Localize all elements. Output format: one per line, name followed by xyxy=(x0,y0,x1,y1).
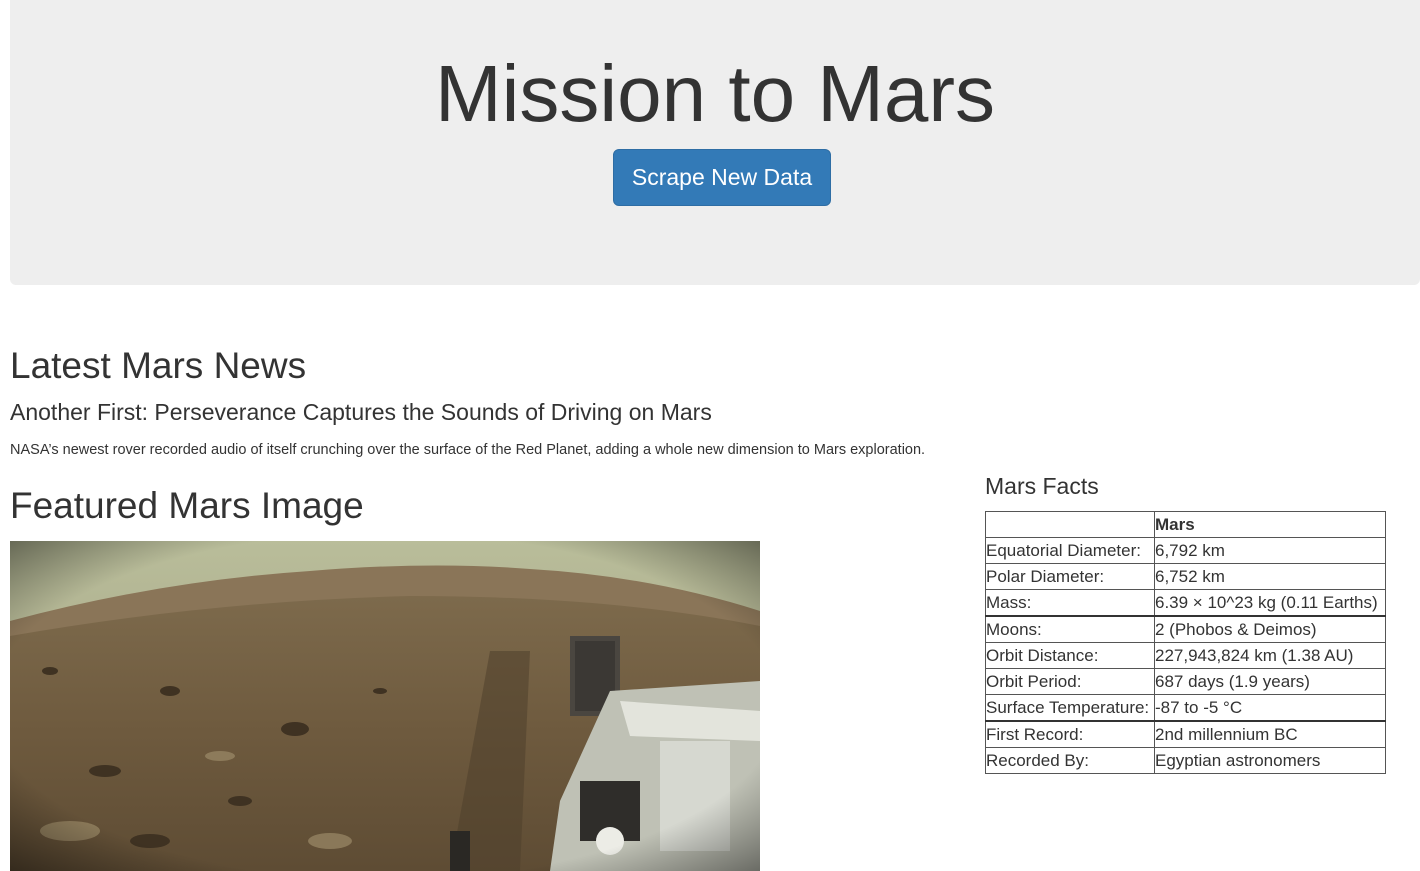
fact-value: 227,943,824 km (1.38 AU) xyxy=(1154,642,1386,669)
fact-value: 2nd millennium BC xyxy=(1154,720,1386,748)
table-row: Mass: 6.39 × 10^23 kg (0.11 Earths) xyxy=(985,589,1386,617)
fact-label: Mass: xyxy=(985,589,1155,617)
fact-label: Orbit Distance: xyxy=(985,642,1155,669)
fact-label: Orbit Period: xyxy=(985,668,1155,695)
fact-label: Polar Diameter: xyxy=(985,563,1155,590)
table-row: Equatorial Diameter: 6,792 km xyxy=(985,537,1386,564)
table-row: Orbit Period: 687 days (1.9 years) xyxy=(985,668,1386,695)
fact-value: -87 to -5 °C xyxy=(1154,694,1386,722)
table-row: Orbit Distance: 227,943,824 km (1.38 AU) xyxy=(985,642,1386,669)
fact-value: Egyptian astronomers xyxy=(1154,747,1386,774)
header-jumbotron: Mission to Mars Scrape New Data xyxy=(10,0,1420,285)
fact-label: Surface Temperature: xyxy=(985,694,1155,722)
fact-value: 6,792 km xyxy=(1154,537,1386,564)
table-row: Surface Temperature: -87 to -5 °C xyxy=(985,694,1386,722)
fact-label: First Record: xyxy=(985,720,1155,748)
table-row: Polar Diameter: 6,752 km xyxy=(985,563,1386,590)
table-row: First Record: 2nd millennium BC xyxy=(985,720,1386,748)
mars-facts-heading: Mars Facts xyxy=(985,473,1099,499)
table-header-row: Mars xyxy=(985,511,1386,538)
featured-image-heading: Featured Mars Image xyxy=(10,485,364,526)
featured-mars-image xyxy=(10,541,760,871)
latest-news-heading: Latest Mars News xyxy=(10,345,307,386)
table-row: Recorded By: Egyptian astronomers xyxy=(985,747,1386,774)
table-header-empty xyxy=(985,511,1155,538)
table-row: Moons: 2 (Phobos & Deimos) xyxy=(985,615,1386,643)
scrape-new-data-button[interactable]: Scrape New Data xyxy=(613,149,831,206)
fact-label: Moons: xyxy=(985,615,1155,643)
fact-value: 6.39 × 10^23 kg (0.11 Earths) xyxy=(1154,589,1386,617)
news-paragraph: NASA’s newest rover recorded audio of it… xyxy=(10,442,926,458)
page-title: Mission to Mars xyxy=(434,49,996,138)
fact-value: 6,752 km xyxy=(1154,563,1386,590)
news-title: Another First: Perseverance Captures the… xyxy=(10,399,712,425)
fact-label: Recorded By: xyxy=(985,747,1155,774)
fact-value: 687 days (1.9 years) xyxy=(1154,668,1386,695)
fact-value: 2 (Phobos & Deimos) xyxy=(1154,615,1386,643)
fact-label: Equatorial Diameter: xyxy=(985,537,1155,564)
table-header-mars: Mars xyxy=(1154,511,1386,538)
mars-facts-table: Mars Equatorial Diameter: 6,792 km Polar… xyxy=(985,511,1386,774)
